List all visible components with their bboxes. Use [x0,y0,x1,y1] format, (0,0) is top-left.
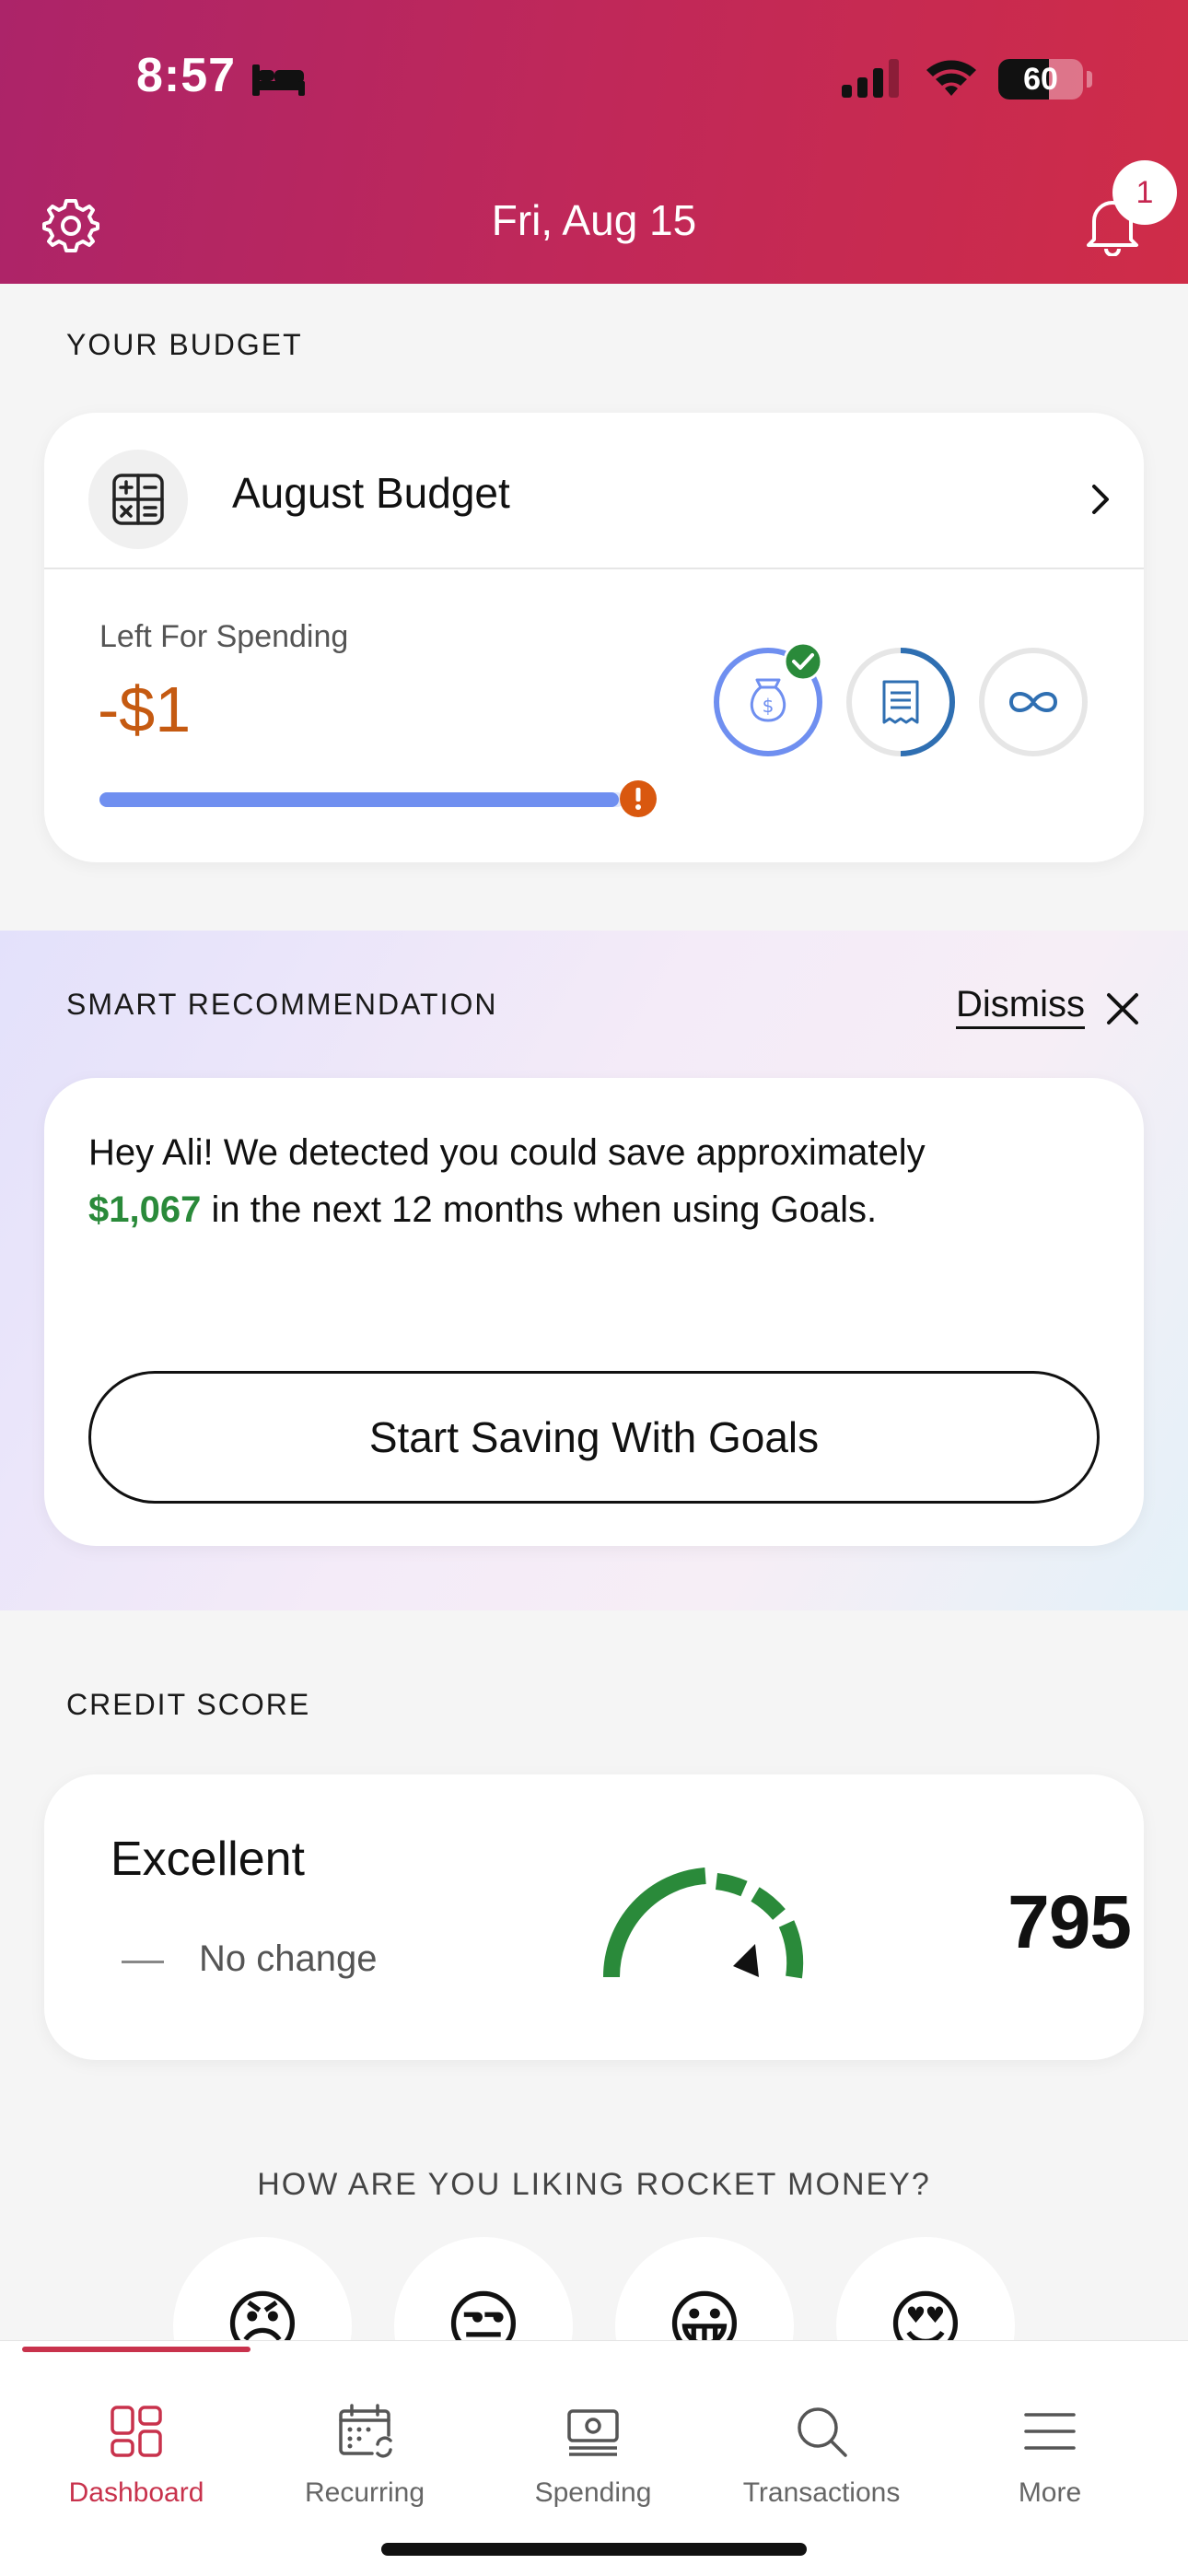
spending-progress-fill [99,792,620,807]
savings-amount: $1,067 [88,1189,202,1230]
start-saving-goals-button[interactable]: Start Saving With Goals [88,1371,1100,1504]
recommendation-section-title: SMART RECOMMENDATION [66,988,498,1021]
tab-label: Dashboard [68,2477,204,2508]
budget-divider [44,568,1144,569]
feedback-question: HOW ARE YOU LIKING ROCKET MONEY? [257,2167,931,2202]
no-change-dash-icon [122,1961,164,1963]
battery-indicator: 60 [998,59,1083,100]
tab-transactions[interactable]: Transactions [707,2369,936,2508]
recommendation-text-end: in the next 12 months when using Goals. [211,1189,878,1230]
budget-card[interactable]: August Budget Left For Spending -$1 $ [44,413,1144,862]
credit-section-title: CREDIT SCORE [66,1688,311,1721]
chevron-right-icon[interactable] [1083,472,1120,527]
wifi-icon [926,60,976,96]
bottom-tab-bar: Dashboard Recurring Spending Transaction… [0,2340,1188,2576]
tab-label: More [1018,2477,1082,2508]
tab-recurring[interactable]: Recurring [250,2369,479,2508]
tab-dashboard[interactable]: Dashboard [22,2369,250,2508]
credit-change: No change [199,1938,378,1979]
calculator-icon [112,474,164,525]
bills-receipt-icon[interactable] [844,645,958,759]
tab-more[interactable]: More [936,2369,1164,2508]
tab-label: Transactions [742,2477,901,2508]
header-date: Fri, Aug 15 [491,196,697,244]
battery-cap [1087,71,1092,88]
menu-icon [1024,2413,1076,2450]
tab-label: Spending [534,2477,652,2508]
notification-badge[interactable]: 1 [1112,160,1177,225]
spending-progress-track [99,792,624,807]
budget-section-title: YOUR BUDGET [66,328,303,361]
status-time: 8:57 [136,49,237,102]
dismiss-link[interactable]: Dismiss [956,982,1085,1029]
spending-cash-icon [567,2409,619,2456]
tab-spending[interactable]: Spending [479,2369,707,2508]
credit-gauge-icon [602,1868,804,1979]
recommendation-text-start: Hey Ali! We detected you could save appr… [88,1132,926,1173]
cellular-signal-icon [842,59,899,98]
credit-score-value: 795 [1007,1880,1132,1964]
sleep-bed-icon [252,64,305,96]
dashboard-icon [111,2406,162,2457]
recurring-calendar-icon [339,2404,392,2458]
app-header: 8:57 60 Fri, Aug 15 1 [0,0,1188,284]
calculator-icon-wrap [88,450,188,549]
active-tab-indicator [22,2347,250,2352]
infinity-icon[interactable] [976,645,1090,759]
home-indicator [381,2543,807,2556]
checkmark-icon [783,641,823,682]
credit-score-card[interactable]: Excellent No change 795 [44,1774,1144,2060]
alert-icon [620,780,657,817]
budget-name: August Budget [232,469,510,517]
search-icon [798,2407,847,2457]
recommendation-card: Hey Ali! We detected you could save appr… [44,1078,1144,1546]
recommendation-text: Hey Ali! We detected you could save appr… [88,1124,1101,1238]
svg-text:$: $ [763,695,775,717]
left-for-spending-value: -$1 [98,673,192,745]
left-for-spending-label: Left For Spending [99,619,349,654]
close-icon[interactable] [1101,988,1144,1030]
battery-percent: 60 [1023,62,1058,97]
tab-label: Recurring [304,2477,425,2508]
credit-rating: Excellent [111,1832,305,1886]
